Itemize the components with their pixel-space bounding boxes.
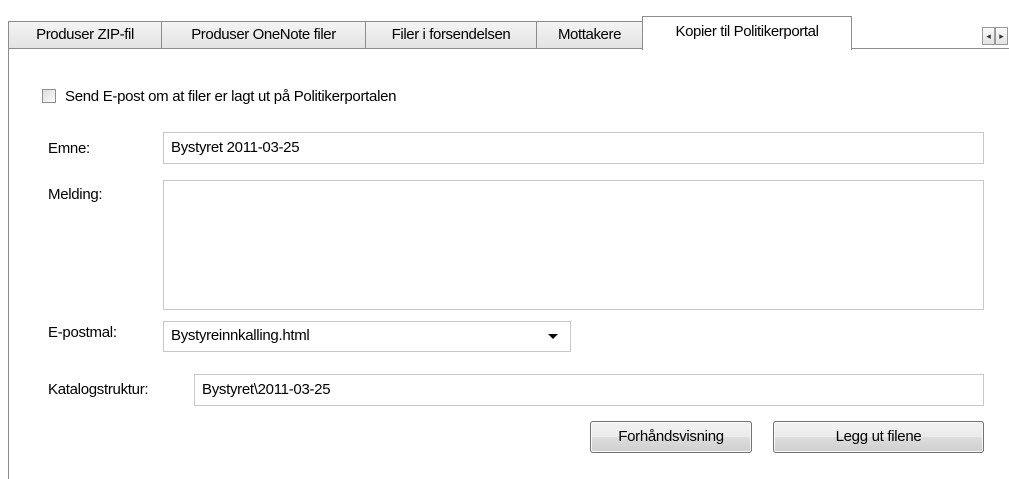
send-email-label: Send E-post om at filer er lagt ut på Po… <box>65 87 397 105</box>
publish-files-button[interactable]: Legg ut filene <box>773 421 984 453</box>
folder-structure-label: Katalogstruktur: <box>48 381 149 398</box>
tab-mottakere[interactable]: Mottakere <box>536 21 643 48</box>
send-email-checkbox[interactable] <box>42 89 56 103</box>
tab-strip: Produser ZIP-fil Produser OneNote filer … <box>0 0 1009 50</box>
subject-field[interactable]: Bystyret 2011-03-25 <box>163 132 984 164</box>
tab-scroll-buttons: ◂ ▸ <box>982 27 1008 45</box>
email-template-select[interactable]: Bystyreinnkalling.html <box>163 321 571 352</box>
triangle-left-icon[interactable]: ◂ <box>982 27 995 45</box>
email-template-label: E-postmal: <box>48 324 117 341</box>
send-email-option[interactable]: Send E-post om at filer er lagt ut på Po… <box>42 86 396 106</box>
chevron-down-icon[interactable] <box>548 334 558 339</box>
folder-structure-field[interactable]: Bystyret\2011-03-25 <box>194 374 984 406</box>
message-field[interactable] <box>163 180 984 310</box>
message-label: Melding: <box>48 186 103 203</box>
window: Produser ZIP-fil Produser OneNote filer … <box>0 0 1009 479</box>
tab-divider <box>8 48 1009 49</box>
tab-produser-onenote[interactable]: Produser OneNote filer <box>161 21 366 48</box>
email-template-value: Bystyreinnkalling.html <box>171 327 310 344</box>
tab-filer-i-forsendelsen[interactable]: Filer i forsendelsen <box>365 21 537 48</box>
subject-label: Emne: <box>48 140 90 157</box>
triangle-right-icon[interactable]: ▸ <box>995 27 1008 45</box>
preview-button[interactable]: Forhåndsvisning <box>590 421 752 453</box>
tab-kopier-til-politikerportal[interactable]: Kopier til Politikerportal <box>642 16 852 50</box>
tab-produser-zip[interactable]: Produser ZIP-fil <box>8 21 162 48</box>
